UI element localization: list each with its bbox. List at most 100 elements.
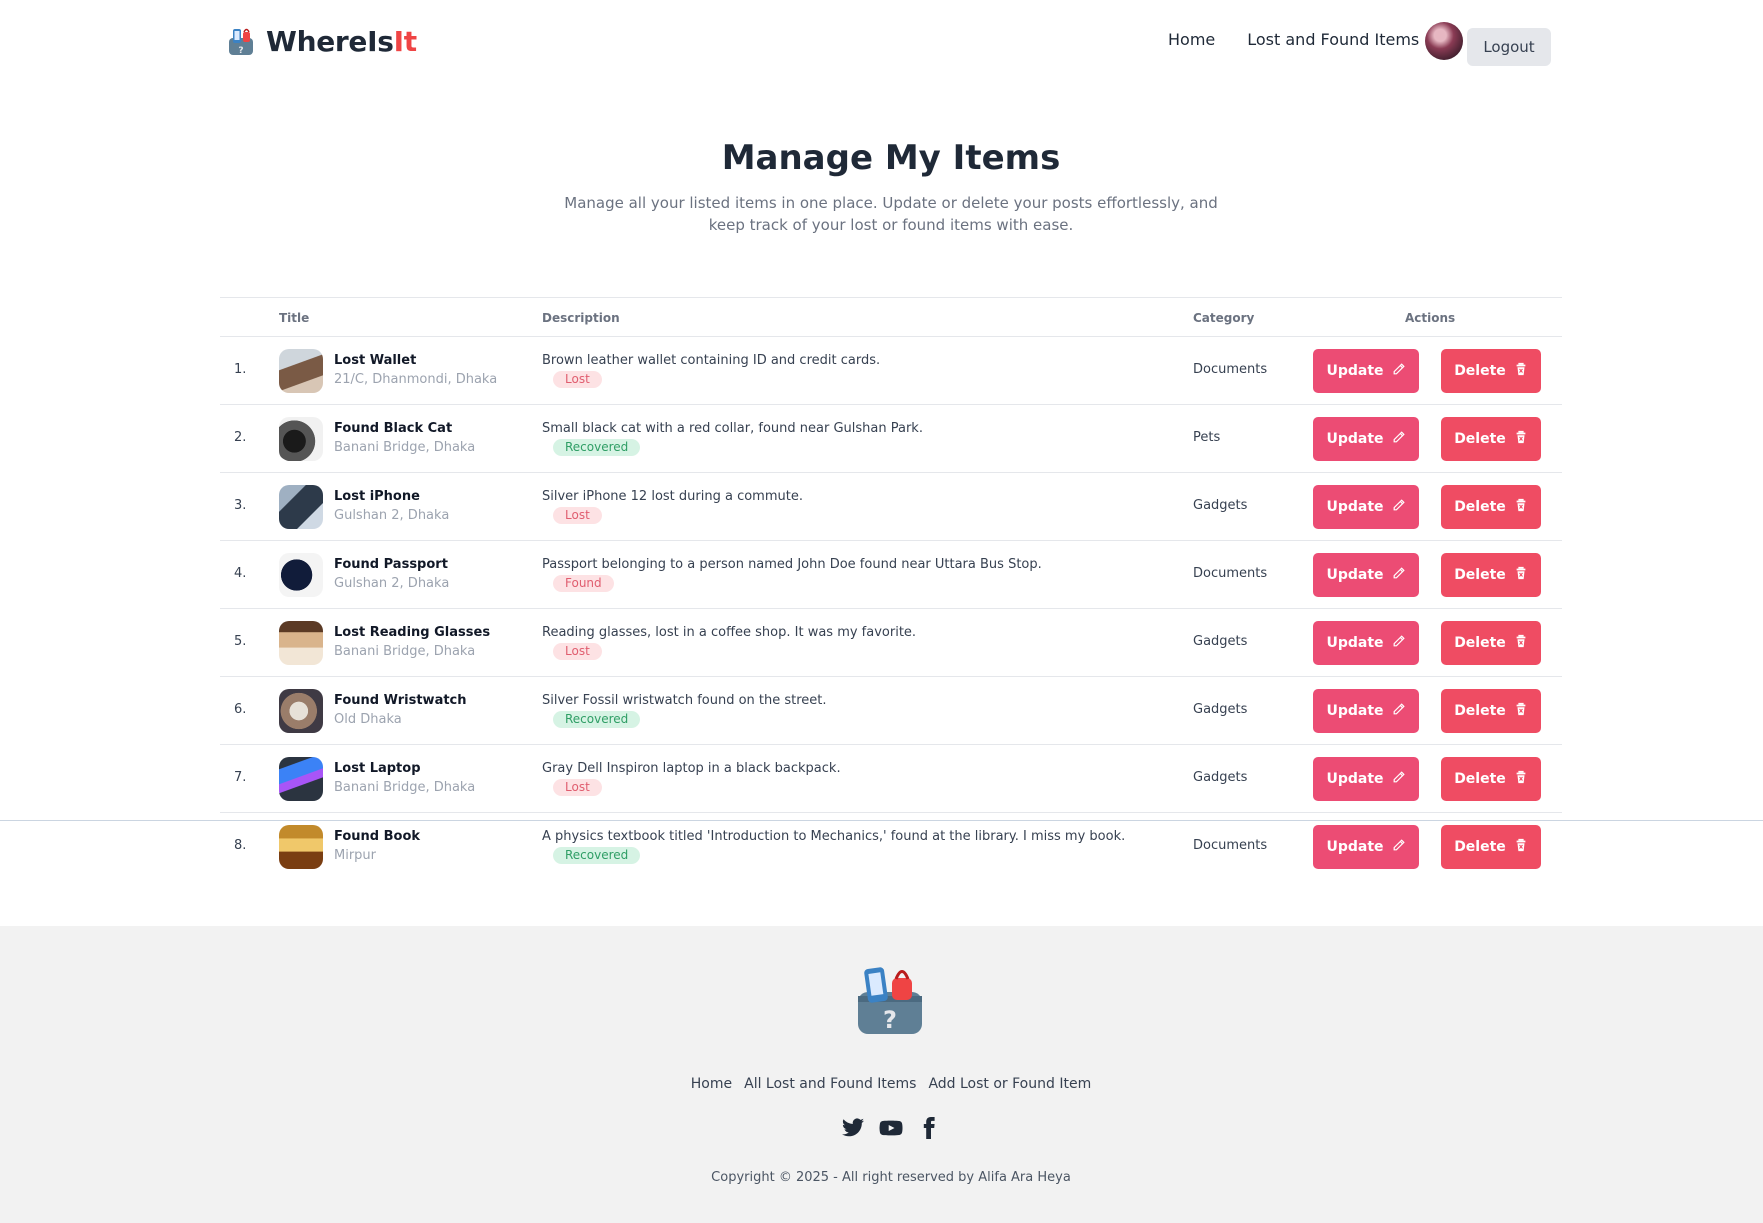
item-thumbnail [279, 757, 323, 801]
delete-label: Delete [1454, 567, 1506, 583]
trash-icon [1514, 430, 1528, 448]
update-button[interactable]: Update [1313, 417, 1419, 461]
status-badge: Recovered [553, 711, 641, 728]
footer: ? Home All Lost and Found Items Add Lost… [0, 926, 1763, 1223]
column-header-description: Description [542, 311, 620, 325]
item-location: Banani Bridge, Dhaka [334, 440, 476, 455]
trash-icon [1514, 634, 1528, 652]
item-description: Brown leather wallet containing ID and c… [542, 353, 881, 368]
update-button[interactable]: Update [1313, 553, 1419, 597]
column-header-title: Title [279, 311, 310, 325]
item-category: Gadgets [1193, 634, 1248, 649]
item-thumbnail [279, 689, 323, 733]
delete-label: Delete [1454, 635, 1506, 651]
status-badge: Lost [553, 371, 602, 388]
delete-button[interactable]: Delete [1441, 417, 1541, 461]
item-category: Pets [1193, 430, 1221, 445]
footer-bag-logo-icon: ? [852, 962, 928, 1038]
brand-name: WhereIsIt [266, 24, 417, 58]
item-category: Documents [1193, 566, 1268, 581]
delete-button[interactable]: Delete [1441, 349, 1541, 393]
row-number: 3. [234, 498, 247, 513]
edit-pencil-icon [1392, 634, 1406, 652]
page-title: Manage My Items [721, 138, 1061, 178]
update-label: Update [1326, 363, 1384, 379]
update-button[interactable]: Update [1313, 689, 1419, 733]
nav-lost-found-link[interactable]: Lost and Found Items [1247, 30, 1419, 49]
trash-icon [1514, 770, 1528, 788]
item-title: Lost iPhone [334, 489, 420, 504]
item-title: Found Black Cat [334, 421, 453, 436]
delete-button[interactable]: Delete [1441, 485, 1541, 529]
delete-label: Delete [1454, 363, 1506, 379]
edit-pencil-icon [1392, 770, 1406, 788]
trash-icon [1514, 702, 1528, 720]
item-description: Reading glasses, lost in a coffee shop. … [542, 625, 917, 640]
status-badge: Lost [553, 779, 602, 796]
delete-label: Delete [1454, 499, 1506, 515]
table-row: 6. Found Wristwatch Old Dhaka Silver Fossil… [220, 677, 1562, 745]
copyright-text: Copyright © 2025 - All right reserved by… [711, 1170, 1071, 1185]
status-badge: Lost [553, 643, 602, 660]
column-header-category: Category [1193, 311, 1255, 325]
divider-line [0, 820, 1763, 821]
delete-button[interactable]: Delete [1441, 757, 1541, 801]
nav-home-link[interactable]: Home [1168, 30, 1215, 49]
bag-logo-icon: ? [224, 24, 258, 58]
delete-button[interactable]: Delete [1441, 621, 1541, 665]
delete-label: Delete [1454, 839, 1506, 855]
youtube-icon[interactable] [879, 1116, 903, 1144]
item-category: Gadgets [1193, 498, 1248, 513]
delete-button[interactable]: Delete [1441, 553, 1541, 597]
update-button[interactable]: Update [1313, 757, 1419, 801]
item-category: Documents [1193, 838, 1268, 853]
item-description: A physics textbook titled 'Introduction … [542, 829, 1126, 844]
item-title: Found Book [334, 829, 421, 844]
footer-links: Home All Lost and Found Items Add Lost o… [0, 1076, 1763, 1092]
table-row: 7. Lost Laptop Banani Bridge, Dhaka Gray De… [220, 745, 1562, 813]
row-number: 4. [234, 566, 247, 581]
logout-button[interactable]: Logout [1467, 28, 1551, 66]
edit-pencil-icon [1392, 498, 1406, 516]
item-location: Banani Bridge, Dhaka [334, 780, 476, 795]
column-header-actions: Actions [1405, 311, 1456, 325]
svg-text:?: ? [238, 46, 243, 56]
row-number: 6. [234, 702, 247, 717]
footer-add-item-link[interactable]: Add Lost or Found Item [928, 1076, 1091, 1092]
delete-label: Delete [1454, 771, 1506, 787]
update-button[interactable]: Update [1313, 825, 1419, 869]
edit-pencil-icon [1392, 566, 1406, 584]
avatar[interactable] [1425, 22, 1463, 60]
item-location: Gulshan 2, Dhaka [334, 576, 450, 591]
edit-pencil-icon [1392, 430, 1406, 448]
table-row: 3. Lost iPhone Gulshan 2, Dhaka Silver iPho… [220, 473, 1562, 541]
twitter-icon[interactable] [841, 1116, 865, 1144]
delete-button[interactable]: Delete [1441, 825, 1541, 869]
item-title: Found Passport [334, 557, 448, 572]
update-button[interactable]: Update [1313, 349, 1419, 393]
brand[interactable]: ? WhereIsIt [224, 24, 417, 58]
item-category: Documents [1193, 362, 1268, 377]
trash-icon [1514, 362, 1528, 380]
edit-pencil-icon [1392, 702, 1406, 720]
row-number: 5. [234, 634, 247, 649]
update-label: Update [1326, 567, 1384, 583]
update-button[interactable]: Update [1313, 485, 1419, 529]
item-thumbnail [279, 621, 323, 665]
update-label: Update [1326, 635, 1384, 651]
row-number: 2. [234, 430, 247, 445]
update-button[interactable]: Update [1313, 621, 1419, 665]
item-location: 21/C, Dhanmondi, Dhaka [334, 372, 498, 387]
footer-home-link[interactable]: Home [691, 1076, 732, 1092]
footer-all-items-link[interactable]: All Lost and Found Items [744, 1076, 916, 1092]
item-category: Gadgets [1193, 702, 1248, 717]
status-badge: Recovered [553, 439, 641, 456]
row-number: 1. [234, 362, 247, 377]
update-label: Update [1326, 499, 1384, 515]
facebook-icon[interactable] [917, 1116, 941, 1144]
item-title: Lost Laptop [334, 761, 421, 776]
update-label: Update [1326, 431, 1384, 447]
item-description: Gray Dell Inspiron laptop in a black bac… [542, 761, 841, 776]
delete-button[interactable]: Delete [1441, 689, 1541, 733]
item-location: Mirpur [334, 848, 377, 863]
